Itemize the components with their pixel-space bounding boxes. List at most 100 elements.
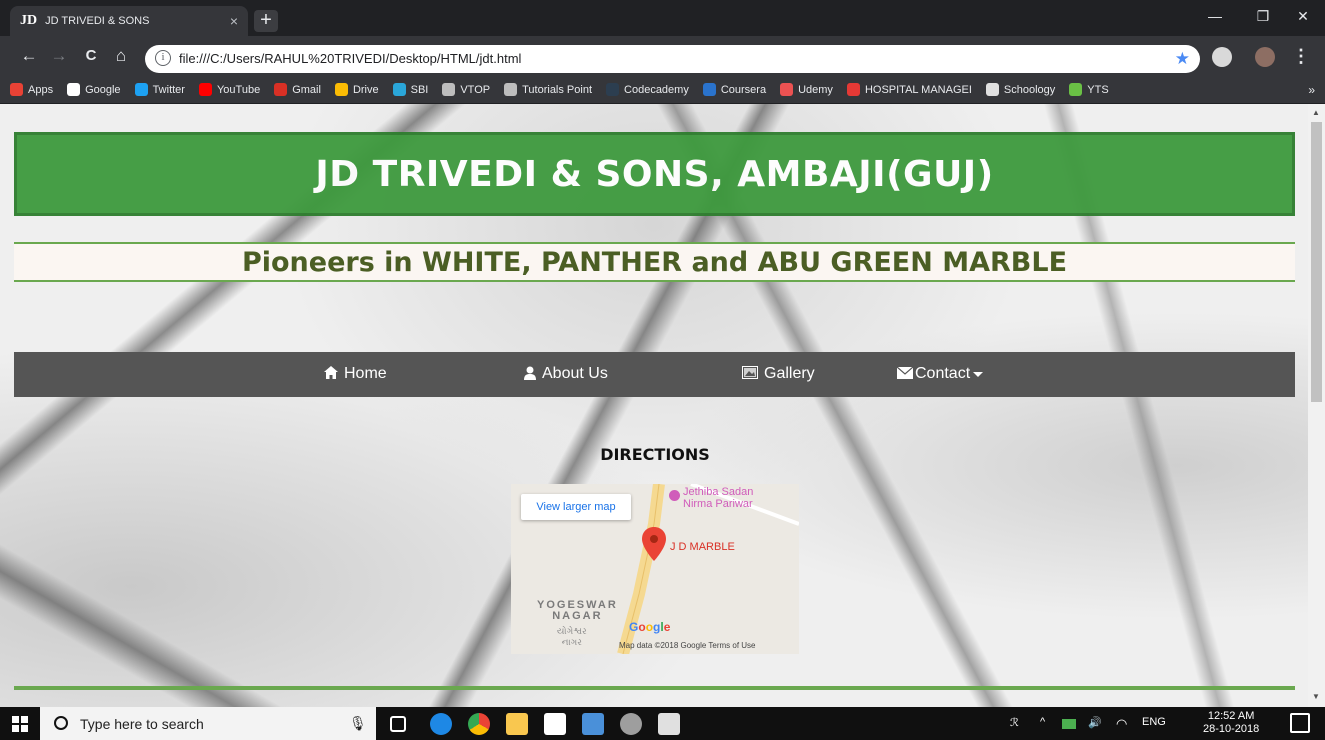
bookmark-favicon-icon bbox=[442, 83, 456, 96]
directions-heading: DIRECTIONS bbox=[600, 445, 710, 464]
close-window-button[interactable]: ✕ bbox=[1288, 8, 1318, 25]
bookmark-item[interactable]: SBI bbox=[392, 83, 428, 96]
bookmark-item[interactable]: Google bbox=[67, 83, 121, 96]
clock-time: 12:52 AM bbox=[1207, 710, 1255, 722]
menu-kebab-icon[interactable]: ⋮ bbox=[1292, 46, 1310, 67]
store-icon[interactable] bbox=[544, 713, 566, 735]
browser-tab[interactable]: JD JD TRIVEDI & SONS × bbox=[10, 6, 248, 36]
microphone-icon[interactable]: 🎙 bbox=[349, 715, 367, 732]
nav-contact-dropdown[interactable]: Contact bbox=[896, 365, 984, 383]
photos-icon[interactable] bbox=[658, 713, 680, 735]
bookmark-item[interactable]: Codecademy bbox=[606, 83, 689, 96]
bookmark-item[interactable]: Gmail bbox=[274, 83, 321, 96]
chrome-browser-icon[interactable] bbox=[468, 713, 490, 735]
bookmark-item[interactable]: Drive bbox=[334, 83, 379, 96]
address-bar[interactable]: i file:///C:/Users/RAHUL%20TRIVEDI/Deskt… bbox=[145, 45, 1200, 73]
tab-favicon: JD bbox=[20, 13, 38, 28]
scroll-up-icon[interactable]: ▲ bbox=[1312, 108, 1320, 117]
bookmark-label: HOSPITAL MANAGEI bbox=[864, 83, 972, 96]
bookmarks-bar: Apps Google Twitter YouTube Gmail Drive SBI VTO… bbox=[0, 76, 1325, 104]
new-tab-button[interactable]: + bbox=[254, 10, 278, 32]
bookmark-item[interactable]: Schoology bbox=[985, 83, 1055, 96]
file-explorer-icon[interactable] bbox=[506, 713, 528, 735]
bookmark-favicon-icon bbox=[198, 83, 212, 96]
nav-home-label: Home bbox=[344, 365, 387, 382]
tagline-text: Pioneers in WHITE, PANTHER and ABU GREEN… bbox=[241, 246, 1068, 278]
nav-about[interactable]: About Us bbox=[524, 365, 608, 383]
tab-title: JD TRIVEDI & SONS bbox=[45, 15, 150, 27]
envelope-icon bbox=[896, 366, 914, 382]
main-navbar: Home About Us Gallery Contact bbox=[14, 352, 1295, 397]
bookmark-favicon-icon bbox=[67, 83, 81, 96]
r-studio-icon[interactable] bbox=[620, 713, 642, 735]
bookmark-favicon-icon bbox=[780, 83, 794, 96]
map-marker-label: J D MARBLE bbox=[670, 541, 735, 553]
poi-label-line2: Nirma Pariwar bbox=[683, 498, 753, 510]
system-clock[interactable]: 12:52 AM 28-10-2018 bbox=[1203, 710, 1259, 736]
bookmark-label: YouTube bbox=[216, 83, 261, 96]
people-icon[interactable]: ℛ bbox=[1010, 716, 1019, 729]
battery-icon[interactable] bbox=[1062, 719, 1076, 729]
forward-button[interactable]: → bbox=[48, 46, 70, 66]
home-button[interactable]: ⌂ bbox=[110, 46, 132, 66]
bookmark-item[interactable]: YouTube bbox=[198, 83, 261, 96]
bookmark-item[interactable]: Tutorials Point bbox=[504, 83, 592, 96]
nav-gallery[interactable]: Gallery bbox=[742, 365, 815, 383]
url-text[interactable]: file:///C:/Users/RAHUL%20TRIVEDI/Desktop… bbox=[179, 51, 521, 66]
scrollbar-thumb[interactable] bbox=[1311, 122, 1322, 402]
chevron-down-icon bbox=[973, 371, 984, 377]
bookmark-star-icon[interactable]: ★ bbox=[1175, 49, 1190, 69]
back-button[interactable]: ← bbox=[18, 46, 40, 66]
bookmark-favicon-icon bbox=[274, 83, 288, 96]
bookmark-favicon-icon bbox=[702, 83, 716, 96]
bookmark-item[interactable]: Udemy bbox=[780, 83, 833, 96]
edge-browser-icon[interactable] bbox=[430, 713, 452, 735]
nav-about-label: About Us bbox=[542, 365, 608, 382]
minimize-button[interactable]: — bbox=[1200, 8, 1230, 24]
bookmark-favicon-icon bbox=[334, 83, 348, 96]
nav-home[interactable]: Home bbox=[324, 365, 387, 383]
map-marker-icon[interactable] bbox=[642, 527, 666, 561]
map-area-label-gujarati: યોગેશ્વર નાગર bbox=[557, 626, 587, 648]
wifi-icon[interactable]: ◠ bbox=[1116, 716, 1127, 732]
windows-start-icon[interactable] bbox=[12, 716, 28, 732]
map-area-line2: NAGAR bbox=[552, 610, 603, 622]
volume-icon[interactable]: 🔊 bbox=[1088, 716, 1102, 729]
profile-avatar[interactable] bbox=[1255, 47, 1275, 67]
poi-label[interactable]: Jethiba Sadan Nirma Pariwar bbox=[683, 486, 753, 510]
bookmark-favicon-icon bbox=[392, 83, 406, 96]
image-icon bbox=[742, 366, 758, 382]
restore-button[interactable]: ❐ bbox=[1248, 8, 1278, 25]
taskbar-search-box[interactable]: Type here to search 🎙 bbox=[40, 707, 376, 740]
bookmark-favicon-icon bbox=[846, 83, 860, 96]
bookmark-favicon-icon bbox=[134, 83, 148, 96]
bookmark-item[interactable]: Coursera bbox=[702, 83, 766, 96]
google-map-embed[interactable]: View larger map Jethiba Sadan Nirma Pari… bbox=[511, 484, 799, 654]
extension-icon[interactable] bbox=[1212, 47, 1232, 67]
bookmark-item[interactable]: YTS bbox=[1069, 83, 1109, 96]
notepad-icon[interactable] bbox=[582, 713, 604, 735]
bookmark-favicon-icon bbox=[504, 83, 518, 96]
reload-button[interactable]: C bbox=[80, 46, 102, 66]
bookmark-item[interactable]: Twitter bbox=[134, 83, 185, 96]
view-larger-map-link[interactable]: View larger map bbox=[521, 494, 631, 520]
site-info-icon[interactable]: i bbox=[155, 50, 171, 66]
language-indicator[interactable]: ENG bbox=[1142, 716, 1166, 728]
page-scrollbar[interactable]: ▲ ▼ bbox=[1308, 104, 1325, 707]
scroll-down-icon[interactable]: ▼ bbox=[1312, 692, 1320, 701]
tray-chevron-icon[interactable]: ^ bbox=[1040, 716, 1045, 728]
bookmark-item[interactable]: VTOP bbox=[442, 83, 490, 96]
map-area-label: YOGESWAR NAGAR bbox=[537, 600, 618, 622]
tab-close-icon[interactable]: × bbox=[230, 13, 238, 29]
bookmarks-overflow-icon[interactable]: » bbox=[1308, 83, 1315, 97]
task-view-icon[interactable] bbox=[390, 716, 406, 732]
map-area-gu-line1: યોગેશ્વર bbox=[557, 626, 587, 636]
bookmark-label: YTS bbox=[1087, 83, 1109, 96]
poi-pin-icon[interactable] bbox=[669, 490, 680, 501]
bookmark-favicon-icon bbox=[606, 83, 620, 96]
notification-center-icon[interactable] bbox=[1290, 713, 1310, 733]
bookmark-item[interactable]: HOSPITAL MANAGEI bbox=[846, 83, 972, 96]
taskbar-search-placeholder: Type here to search bbox=[80, 716, 204, 732]
bookmark-item[interactable]: Apps bbox=[10, 83, 53, 96]
map-attribution[interactable]: Map data ©2018 Google Terms of Use bbox=[619, 641, 756, 650]
